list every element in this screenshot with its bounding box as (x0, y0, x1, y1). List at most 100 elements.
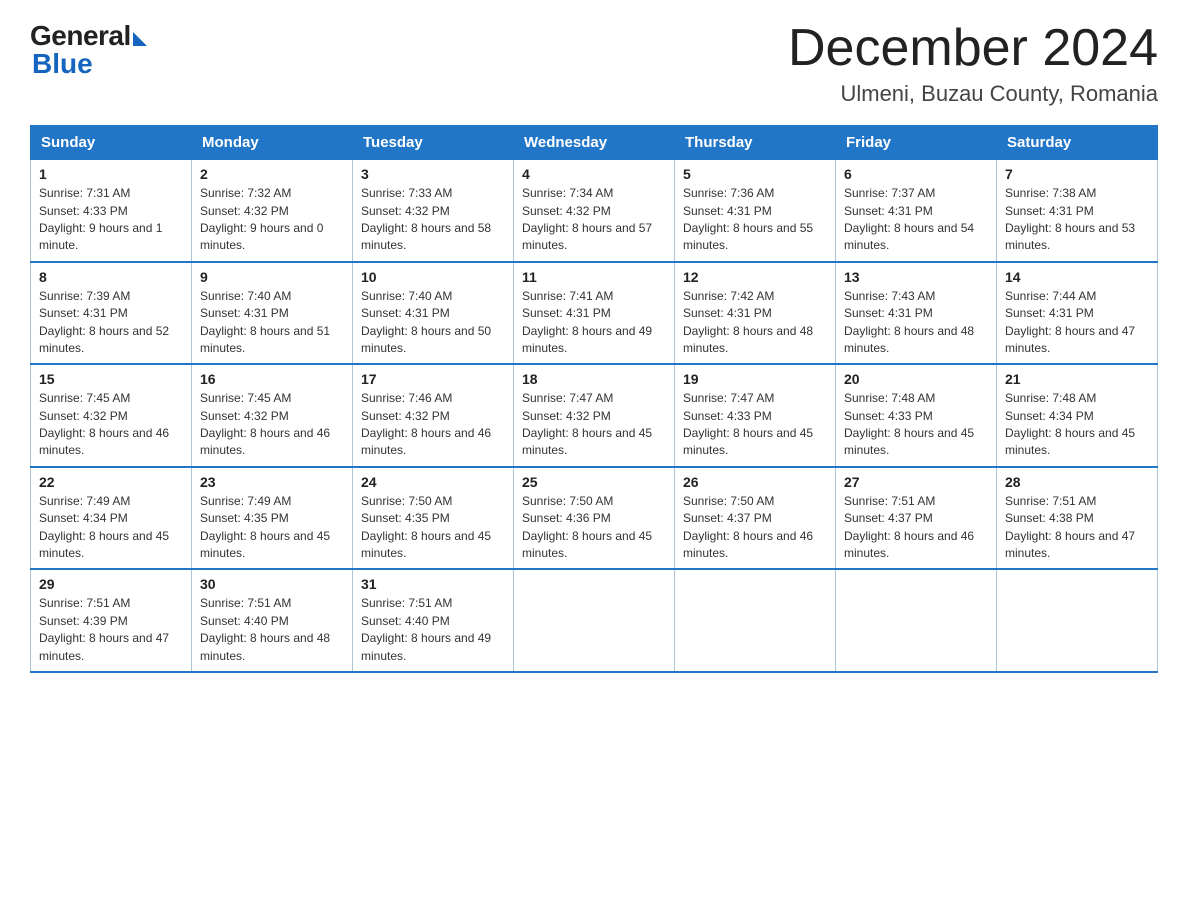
day-number: 19 (683, 371, 827, 387)
col-header-wednesday: Wednesday (514, 126, 675, 160)
month-year-title: December 2024 (788, 20, 1158, 77)
calendar-cell: 12 Sunrise: 7:42 AMSunset: 4:31 PMDaylig… (675, 262, 836, 365)
day-number: 17 (361, 371, 505, 387)
day-number: 14 (1005, 269, 1149, 285)
col-header-saturday: Saturday (997, 126, 1158, 160)
calendar-cell: 14 Sunrise: 7:44 AMSunset: 4:31 PMDaylig… (997, 262, 1158, 365)
calendar-cell: 7 Sunrise: 7:38 AMSunset: 4:31 PMDayligh… (997, 160, 1158, 262)
day-info: Sunrise: 7:46 AMSunset: 4:32 PMDaylight:… (361, 391, 491, 457)
day-number: 11 (522, 269, 666, 285)
day-info: Sunrise: 7:40 AMSunset: 4:31 PMDaylight:… (200, 289, 330, 355)
calendar-cell: 21 Sunrise: 7:48 AMSunset: 4:34 PMDaylig… (997, 364, 1158, 467)
calendar-cell (514, 569, 675, 672)
day-number: 20 (844, 371, 988, 387)
day-info: Sunrise: 7:39 AMSunset: 4:31 PMDaylight:… (39, 289, 169, 355)
calendar-cell: 25 Sunrise: 7:50 AMSunset: 4:36 PMDaylig… (514, 467, 675, 570)
day-info: Sunrise: 7:48 AMSunset: 4:33 PMDaylight:… (844, 391, 974, 457)
calendar-cell (675, 569, 836, 672)
day-number: 22 (39, 474, 183, 490)
calendar-cell: 3 Sunrise: 7:33 AMSunset: 4:32 PMDayligh… (353, 160, 514, 262)
calendar-cell: 31 Sunrise: 7:51 AMSunset: 4:40 PMDaylig… (353, 569, 514, 672)
calendar-week-row: 1 Sunrise: 7:31 AMSunset: 4:33 PMDayligh… (31, 160, 1158, 262)
day-info: Sunrise: 7:51 AMSunset: 4:38 PMDaylight:… (1005, 494, 1135, 560)
calendar-week-row: 15 Sunrise: 7:45 AMSunset: 4:32 PMDaylig… (31, 364, 1158, 467)
day-info: Sunrise: 7:51 AMSunset: 4:40 PMDaylight:… (361, 596, 491, 662)
day-number: 5 (683, 166, 827, 182)
day-number: 10 (361, 269, 505, 285)
calendar-cell: 10 Sunrise: 7:40 AMSunset: 4:31 PMDaylig… (353, 262, 514, 365)
day-number: 6 (844, 166, 988, 182)
day-number: 7 (1005, 166, 1149, 182)
calendar-cell: 28 Sunrise: 7:51 AMSunset: 4:38 PMDaylig… (997, 467, 1158, 570)
day-number: 27 (844, 474, 988, 490)
day-number: 12 (683, 269, 827, 285)
calendar-cell: 30 Sunrise: 7:51 AMSunset: 4:40 PMDaylig… (192, 569, 353, 672)
calendar-cell (997, 569, 1158, 672)
calendar-week-row: 8 Sunrise: 7:39 AMSunset: 4:31 PMDayligh… (31, 262, 1158, 365)
calendar-cell: 5 Sunrise: 7:36 AMSunset: 4:31 PMDayligh… (675, 160, 836, 262)
calendar-cell: 20 Sunrise: 7:48 AMSunset: 4:33 PMDaylig… (836, 364, 997, 467)
calendar-cell: 15 Sunrise: 7:45 AMSunset: 4:32 PMDaylig… (31, 364, 192, 467)
calendar-cell: 24 Sunrise: 7:50 AMSunset: 4:35 PMDaylig… (353, 467, 514, 570)
title-block: December 2024 Ulmeni, Buzau County, Roma… (788, 20, 1158, 107)
day-info: Sunrise: 7:50 AMSunset: 4:35 PMDaylight:… (361, 494, 491, 560)
day-info: Sunrise: 7:37 AMSunset: 4:31 PMDaylight:… (844, 186, 974, 252)
day-info: Sunrise: 7:47 AMSunset: 4:32 PMDaylight:… (522, 391, 652, 457)
day-number: 15 (39, 371, 183, 387)
day-info: Sunrise: 7:50 AMSunset: 4:37 PMDaylight:… (683, 494, 813, 560)
day-number: 30 (200, 576, 344, 592)
calendar-cell: 1 Sunrise: 7:31 AMSunset: 4:33 PMDayligh… (31, 160, 192, 262)
calendar-cell: 4 Sunrise: 7:34 AMSunset: 4:32 PMDayligh… (514, 160, 675, 262)
day-info: Sunrise: 7:36 AMSunset: 4:31 PMDaylight:… (683, 186, 813, 252)
calendar-cell: 27 Sunrise: 7:51 AMSunset: 4:37 PMDaylig… (836, 467, 997, 570)
day-number: 4 (522, 166, 666, 182)
logo-triangle-icon (133, 32, 147, 46)
day-info: Sunrise: 7:49 AMSunset: 4:34 PMDaylight:… (39, 494, 169, 560)
col-header-sunday: Sunday (31, 126, 192, 160)
day-number: 28 (1005, 474, 1149, 490)
calendar-cell: 9 Sunrise: 7:40 AMSunset: 4:31 PMDayligh… (192, 262, 353, 365)
day-number: 26 (683, 474, 827, 490)
day-info: Sunrise: 7:32 AMSunset: 4:32 PMDaylight:… (200, 186, 323, 252)
calendar-cell: 19 Sunrise: 7:47 AMSunset: 4:33 PMDaylig… (675, 364, 836, 467)
calendar-cell: 26 Sunrise: 7:50 AMSunset: 4:37 PMDaylig… (675, 467, 836, 570)
day-info: Sunrise: 7:48 AMSunset: 4:34 PMDaylight:… (1005, 391, 1135, 457)
day-info: Sunrise: 7:50 AMSunset: 4:36 PMDaylight:… (522, 494, 652, 560)
day-info: Sunrise: 7:40 AMSunset: 4:31 PMDaylight:… (361, 289, 491, 355)
calendar-week-row: 29 Sunrise: 7:51 AMSunset: 4:39 PMDaylig… (31, 569, 1158, 672)
day-info: Sunrise: 7:49 AMSunset: 4:35 PMDaylight:… (200, 494, 330, 560)
calendar-cell: 18 Sunrise: 7:47 AMSunset: 4:32 PMDaylig… (514, 364, 675, 467)
calendar-cell: 13 Sunrise: 7:43 AMSunset: 4:31 PMDaylig… (836, 262, 997, 365)
calendar-cell: 11 Sunrise: 7:41 AMSunset: 4:31 PMDaylig… (514, 262, 675, 365)
day-info: Sunrise: 7:34 AMSunset: 4:32 PMDaylight:… (522, 186, 652, 252)
col-header-friday: Friday (836, 126, 997, 160)
day-info: Sunrise: 7:45 AMSunset: 4:32 PMDaylight:… (39, 391, 169, 457)
day-info: Sunrise: 7:41 AMSunset: 4:31 PMDaylight:… (522, 289, 652, 355)
day-info: Sunrise: 7:45 AMSunset: 4:32 PMDaylight:… (200, 391, 330, 457)
day-number: 9 (200, 269, 344, 285)
day-info: Sunrise: 7:47 AMSunset: 4:33 PMDaylight:… (683, 391, 813, 457)
day-info: Sunrise: 7:38 AMSunset: 4:31 PMDaylight:… (1005, 186, 1135, 252)
logo: General Blue (30, 20, 147, 80)
day-number: 8 (39, 269, 183, 285)
day-number: 29 (39, 576, 183, 592)
day-info: Sunrise: 7:33 AMSunset: 4:32 PMDaylight:… (361, 186, 491, 252)
day-number: 2 (200, 166, 344, 182)
day-number: 23 (200, 474, 344, 490)
calendar-header-row: SundayMondayTuesdayWednesdayThursdayFrid… (31, 126, 1158, 160)
day-info: Sunrise: 7:31 AMSunset: 4:33 PMDaylight:… (39, 186, 162, 252)
day-number: 21 (1005, 371, 1149, 387)
day-info: Sunrise: 7:43 AMSunset: 4:31 PMDaylight:… (844, 289, 974, 355)
calendar-cell: 16 Sunrise: 7:45 AMSunset: 4:32 PMDaylig… (192, 364, 353, 467)
logo-blue-text: Blue (32, 48, 93, 80)
day-number: 13 (844, 269, 988, 285)
day-number: 31 (361, 576, 505, 592)
calendar-cell: 8 Sunrise: 7:39 AMSunset: 4:31 PMDayligh… (31, 262, 192, 365)
calendar-cell (836, 569, 997, 672)
day-info: Sunrise: 7:44 AMSunset: 4:31 PMDaylight:… (1005, 289, 1135, 355)
page-header: General Blue December 2024 Ulmeni, Buzau… (30, 20, 1158, 107)
day-number: 24 (361, 474, 505, 490)
calendar-cell: 29 Sunrise: 7:51 AMSunset: 4:39 PMDaylig… (31, 569, 192, 672)
calendar-table: SundayMondayTuesdayWednesdayThursdayFrid… (30, 125, 1158, 673)
day-info: Sunrise: 7:42 AMSunset: 4:31 PMDaylight:… (683, 289, 813, 355)
